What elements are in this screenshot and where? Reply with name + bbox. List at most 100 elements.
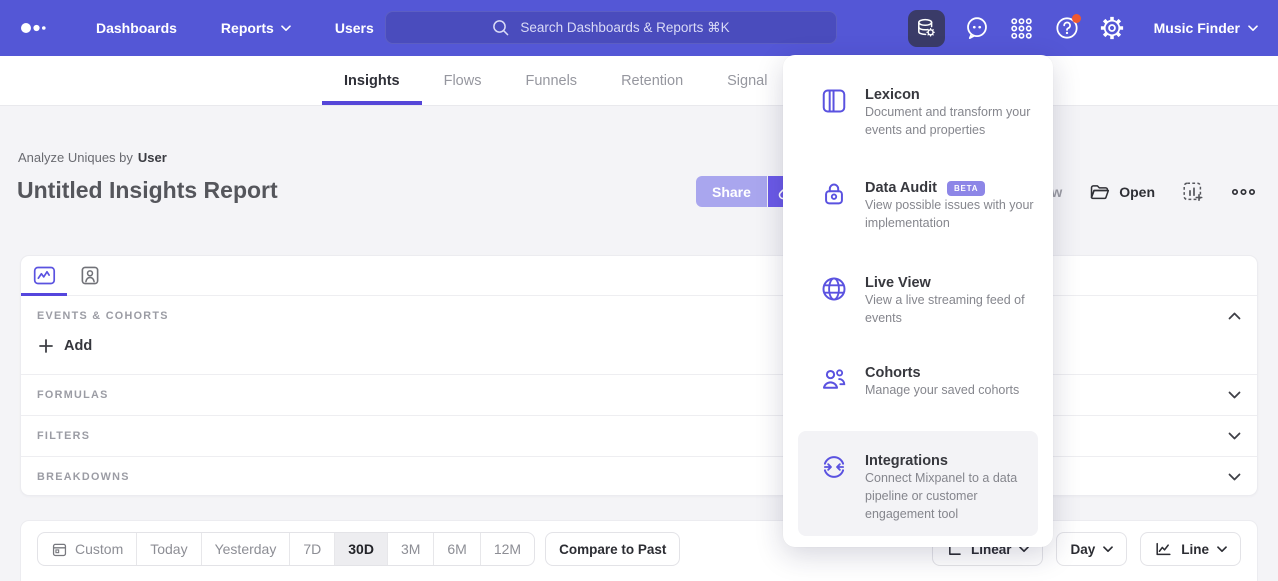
date-range-30d[interactable]: 30D xyxy=(334,533,387,565)
menu-item-description: Document and transform your events and p… xyxy=(865,105,1030,137)
help-button[interactable] xyxy=(1046,8,1088,48)
menu-item-data-audit[interactable]: Data Audit BETA View possible issues wit… xyxy=(783,180,1053,232)
date-range-3m[interactable]: 3M xyxy=(387,533,433,565)
tab-funnels[interactable]: Funnels xyxy=(503,56,599,105)
section-formulas[interactable]: FORMULAS xyxy=(21,374,1257,415)
date-range-6m[interactable]: 6M xyxy=(433,533,479,565)
menu-item-title: Integrations xyxy=(865,453,948,469)
query-builder-card: EVENTS & COHORTS Add FORMULAS FILTERS BR… xyxy=(20,255,1258,496)
gear-icon xyxy=(1099,15,1125,41)
section-events-cohorts: EVENTS & COHORTS Add xyxy=(21,296,1257,374)
section-label: FILTERS xyxy=(37,430,90,442)
menu-item-title: Live View xyxy=(865,275,931,291)
chart-type-select[interactable]: Line xyxy=(1140,532,1241,566)
feedback-button[interactable] xyxy=(956,8,998,48)
nav-reports-label: Reports xyxy=(221,20,274,36)
tab-retention[interactable]: Retention xyxy=(599,56,705,105)
apps-grid-icon xyxy=(1009,16,1034,41)
tab-insights[interactable]: Insights xyxy=(322,56,422,105)
share-button[interactable]: Share xyxy=(696,176,767,207)
menu-item-title: Data Audit xyxy=(865,180,937,196)
apps-grid-button[interactable] xyxy=(1001,8,1043,48)
date-range-label: 3M xyxy=(401,541,420,557)
breadcrumb-entity[interactable]: User xyxy=(138,150,167,165)
chart-controls-card: Custom Today Yesterday 7D 30D 3M 6M 12M … xyxy=(20,520,1258,581)
section-label: BREAKDOWNS xyxy=(37,471,130,483)
compare-to-past-button[interactable]: Compare to Past xyxy=(545,532,680,566)
menu-item-live-view[interactable]: Live View View a live streaming feed of … xyxy=(783,275,1053,327)
chevron-down-icon xyxy=(1217,546,1227,553)
share-button-label: Share xyxy=(712,184,751,200)
nav-dashboards-label: Dashboards xyxy=(96,20,177,36)
lock-icon xyxy=(820,180,848,232)
database-gear-icon xyxy=(915,17,937,39)
search-input[interactable]: Search Dashboards & Reports ⌘K xyxy=(385,11,837,44)
menu-item-integrations[interactable]: Integrations Connect Mixpanel to a data … xyxy=(798,431,1038,536)
nav-reports[interactable]: Reports xyxy=(221,20,291,36)
mixpanel-logo-icon[interactable] xyxy=(20,17,50,39)
more-options-button[interactable] xyxy=(1231,187,1256,197)
menu-item-title: Cohorts xyxy=(865,365,921,381)
nav-dashboards[interactable]: Dashboards xyxy=(96,20,177,36)
date-range-7d[interactable]: 7D xyxy=(289,533,334,565)
breadcrumb: Analyze Uniques byUser xyxy=(18,150,167,165)
section-breakdowns[interactable]: BREAKDOWNS xyxy=(21,456,1257,497)
interval-select[interactable]: Day xyxy=(1056,532,1127,566)
integrations-sync-icon xyxy=(820,453,848,536)
date-range-label: 7D xyxy=(303,541,321,557)
chevron-down-icon xyxy=(1228,391,1241,399)
top-navigation-bar: Dashboards Reports Users Search Dashboar… xyxy=(0,0,1278,56)
date-range-label: 30D xyxy=(348,541,374,557)
query-view-tabs xyxy=(21,256,1257,296)
tab-flows-label: Flows xyxy=(444,73,482,89)
menu-item-description: View possible issues with your implement… xyxy=(865,198,1034,230)
beta-badge: BETA xyxy=(947,181,985,196)
page-title[interactable]: Untitled Insights Report xyxy=(17,177,278,204)
tab-signal[interactable]: Signal xyxy=(705,56,789,105)
expand-section-button[interactable] xyxy=(1228,473,1241,481)
add-to-dashboard-button[interactable] xyxy=(1182,181,1204,203)
menu-item-cohorts[interactable]: Cohorts Manage your saved cohorts xyxy=(783,365,1053,399)
line-chart-icon xyxy=(1154,540,1173,558)
section-filters[interactable]: FILTERS xyxy=(21,415,1257,456)
nav-users[interactable]: Users xyxy=(335,20,374,36)
open-report-button[interactable]: Open xyxy=(1089,182,1155,201)
date-range-today[interactable]: Today xyxy=(136,533,200,565)
date-range-segmented-control: Custom Today Yesterday 7D 30D 3M 6M 12M xyxy=(37,532,535,566)
report-actions: New Open xyxy=(1033,176,1256,207)
date-range-label: Today xyxy=(150,541,187,557)
ellipsis-icon xyxy=(1231,187,1256,197)
project-selector[interactable]: Music Finder xyxy=(1154,20,1258,36)
data-management-button[interactable] xyxy=(908,10,945,47)
section-label: EVENTS & COHORTS xyxy=(37,310,169,322)
menu-item-description: Connect Mixpanel to a data pipeline or c… xyxy=(865,471,1017,521)
topbar-right-controls: Music Finder xyxy=(908,0,1258,56)
date-range-label: Custom xyxy=(75,541,123,557)
tab-flows[interactable]: Flows xyxy=(422,56,504,105)
data-management-dropdown: Lexicon Document and transform your even… xyxy=(783,55,1053,547)
settings-button[interactable] xyxy=(1091,8,1133,48)
events-view-tab[interactable] xyxy=(21,256,67,295)
chart-type-label: Line xyxy=(1181,542,1209,557)
expand-section-button[interactable] xyxy=(1228,432,1241,440)
lexicon-book-icon xyxy=(820,87,848,139)
calendar-icon xyxy=(51,541,68,558)
compare-label: Compare to Past xyxy=(559,542,666,557)
profiles-view-tab[interactable] xyxy=(67,256,113,295)
chevron-down-icon xyxy=(281,25,291,32)
date-range-12m[interactable]: 12M xyxy=(480,533,534,565)
cohorts-people-icon xyxy=(820,365,848,399)
nav-users-label: Users xyxy=(335,20,374,36)
menu-item-lexicon[interactable]: Lexicon Document and transform your even… xyxy=(783,87,1053,139)
tab-signal-label: Signal xyxy=(727,73,767,89)
profile-icon xyxy=(80,265,100,286)
tab-insights-label: Insights xyxy=(344,73,400,89)
add-event-button[interactable]: Add xyxy=(39,338,92,354)
date-range-label: Yesterday xyxy=(215,541,277,557)
collapse-section-button[interactable] xyxy=(1228,312,1241,320)
date-range-yesterday[interactable]: Yesterday xyxy=(201,533,290,565)
expand-section-button[interactable] xyxy=(1228,391,1241,399)
date-range-custom[interactable]: Custom xyxy=(38,533,136,565)
add-chart-icon xyxy=(1182,181,1204,203)
chevron-down-icon xyxy=(1228,432,1241,440)
